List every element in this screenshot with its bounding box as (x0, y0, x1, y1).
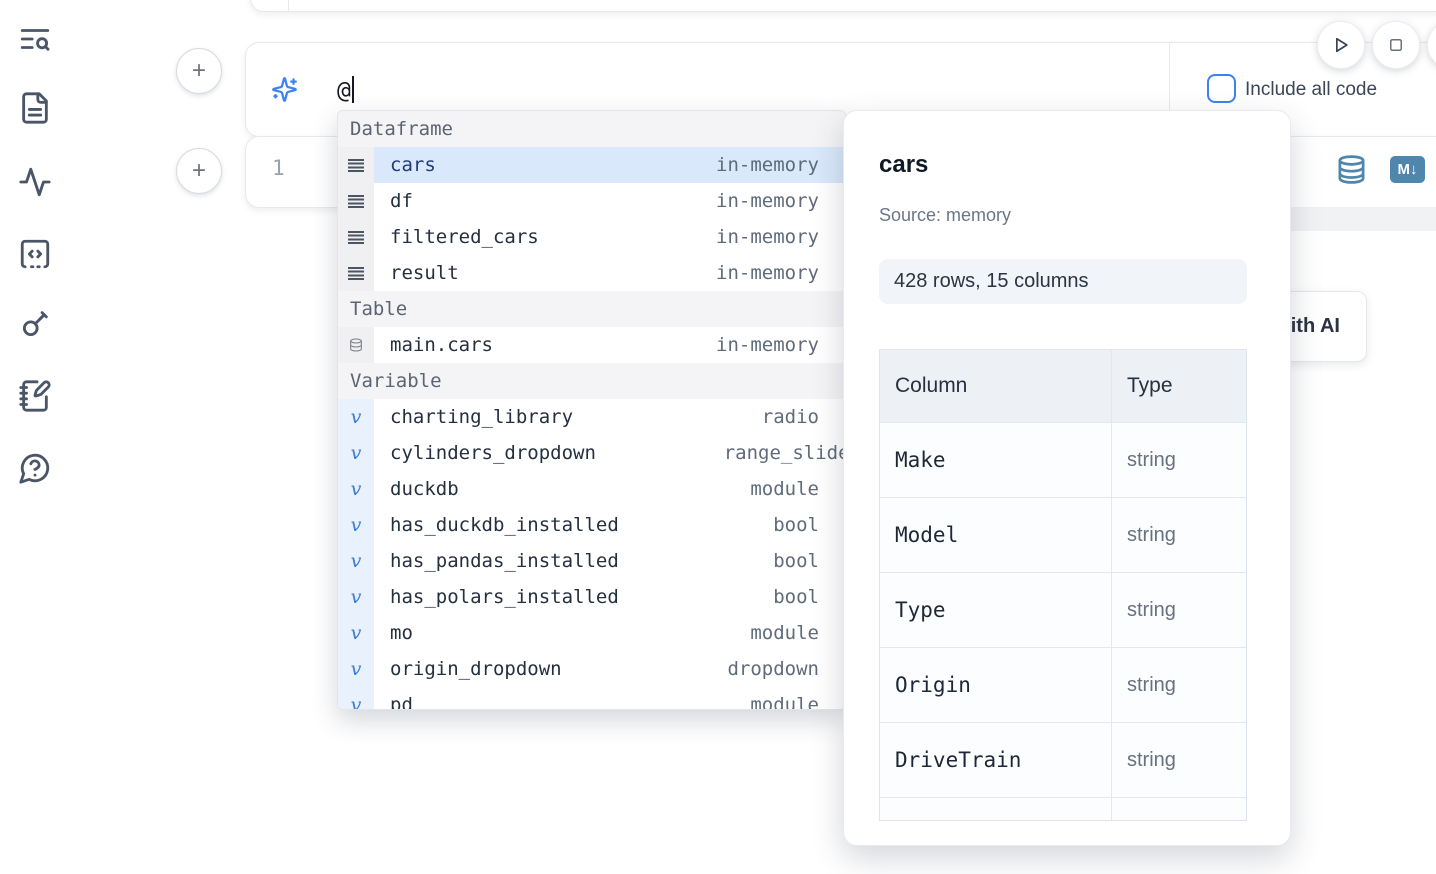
autocomplete-item-df[interactable]: df in-memory (338, 183, 845, 219)
notebook-pen-icon[interactable] (18, 379, 54, 415)
markdown-export-icon[interactable]: M↓ (1390, 156, 1425, 183)
left-sidebar (0, 0, 72, 874)
autocomplete-item-result[interactable]: result in-memory (338, 255, 845, 291)
section-label: Dataframe (350, 118, 453, 140)
autocomplete-item-mo[interactable]: v mo module (338, 615, 845, 651)
preview-title: cars (879, 151, 928, 179)
database-output-icon[interactable] (1336, 153, 1367, 186)
variable-icon: v (351, 552, 362, 571)
text-caret (352, 76, 354, 103)
autocomplete-section-table: Table (338, 291, 845, 327)
schema-row: DriveTrain string (880, 722, 1246, 797)
section-label: Table (350, 298, 407, 320)
schema-table-header: Column Type (880, 350, 1246, 422)
add-cell-button-bottom[interactable]: + (176, 148, 222, 194)
text-search-icon[interactable] (18, 22, 54, 58)
variable-icon: v (351, 588, 362, 607)
autocomplete-item-pd-clipped[interactable]: v pd module (338, 687, 845, 710)
file-text-icon[interactable] (18, 91, 54, 127)
table-database-icon (348, 337, 364, 353)
dataframe-icon (348, 267, 364, 280)
autocomplete-item-cylinders-dropdown[interactable]: v cylinders_dropdown range_slider (338, 435, 845, 471)
autocomplete-item-has-polars-installed[interactable]: v has_polars_installed bool (338, 579, 845, 615)
autocomplete-item-filtered-cars[interactable]: filtered_cars in-memory (338, 219, 845, 255)
cell-gutter-divider (288, 0, 289, 11)
shape-badge: 428 rows, 15 columns (879, 259, 1247, 304)
variable-icon: v (351, 480, 362, 499)
autocomplete-popup: Dataframe cars in-memory df in-memory fi… (337, 110, 846, 710)
dataframe-icon (348, 159, 364, 172)
help-chat-icon[interactable] (18, 451, 54, 487)
code-square-icon[interactable] (18, 237, 54, 273)
add-cell-button-top[interactable]: + (176, 48, 222, 94)
variable-icon: v (351, 696, 362, 711)
key-icon[interactable] (18, 307, 54, 343)
autocomplete-item-duckdb[interactable]: v duckdb module (338, 471, 845, 507)
schema-row-partial (880, 797, 1246, 820)
autocomplete-item-cars[interactable]: cars in-memory (338, 147, 845, 183)
schema-row: Origin string (880, 647, 1246, 722)
column-header: Column (880, 350, 1112, 422)
variable-icon: v (351, 444, 362, 463)
section-label: Variable (350, 370, 442, 392)
stop-icon (1387, 36, 1405, 54)
include-all-code-label[interactable]: Include all code (1245, 79, 1377, 101)
preview-source: Source: memory (879, 205, 1011, 226)
dataframe-icon (348, 231, 364, 244)
include-all-code-checkbox[interactable] (1207, 74, 1236, 103)
autocomplete-section-dataframe: Dataframe (338, 111, 845, 147)
schema-row: Model string (880, 497, 1246, 572)
dataframe-icon (348, 195, 364, 208)
previous-cell-partial (250, 0, 1436, 12)
autocomplete-item-main-cars[interactable]: main.cars in-memory (338, 327, 845, 363)
dataframe-preview-panel: cars Source: memory 428 rows, 15 columns… (843, 110, 1291, 846)
ai-prompt-value: @ (337, 78, 351, 104)
run-button[interactable] (1317, 21, 1365, 69)
schema-table: Column Type Make string Model string Typ… (879, 349, 1247, 821)
sparkles-icon (271, 76, 298, 103)
schema-row: Make string (880, 422, 1246, 497)
autocomplete-item-origin-dropdown[interactable]: v origin_dropdown dropdown (338, 651, 845, 687)
variable-icon: v (351, 516, 362, 535)
stop-button[interactable] (1372, 21, 1420, 69)
type-header: Type (1112, 350, 1246, 422)
schema-row: Type string (880, 572, 1246, 647)
variable-icon: v (351, 408, 362, 427)
autocomplete-item-has-pandas-installed[interactable]: v has_pandas_installed bool (338, 543, 845, 579)
variable-icon: v (351, 660, 362, 679)
line-number: 1 (272, 156, 285, 180)
autocomplete-item-charting-library[interactable]: v charting_library radio (338, 399, 845, 435)
autocomplete-item-has-duckdb-installed[interactable]: v has_duckdb_installed bool (338, 507, 845, 543)
variable-icon: v (351, 624, 362, 643)
autocomplete-section-variable: Variable (338, 363, 845, 399)
ai-prompt-input[interactable]: @ (337, 76, 354, 104)
play-icon (1331, 35, 1351, 55)
activity-icon[interactable] (18, 165, 54, 201)
